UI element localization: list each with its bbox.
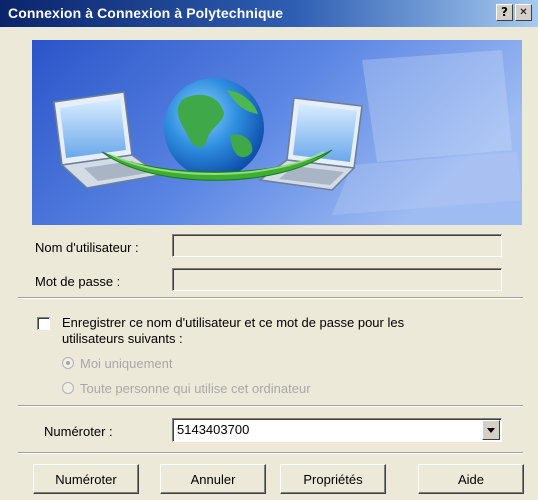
save-credentials-checkbox[interactable]	[37, 317, 50, 330]
dropdown-arrow-icon[interactable]	[482, 420, 500, 440]
dialup-connect-dialog: Connexion à Connexion à Polytechnique ? …	[0, 0, 538, 500]
radio-button-icon	[62, 357, 74, 369]
globe-icon	[164, 78, 264, 178]
separator	[18, 405, 523, 407]
radio-me-only[interactable]: Moi uniquement	[62, 356, 173, 371]
save-credentials-label-line2: utilisateurs suivants :	[62, 331, 183, 346]
separator	[18, 452, 523, 454]
dial-label: Numéroter :	[44, 424, 113, 439]
separator	[18, 297, 523, 299]
close-icon[interactable]: ✕	[515, 4, 532, 21]
dial-button[interactable]: Numéroter	[33, 464, 139, 494]
radio-me-only-label: Moi uniquement	[80, 356, 173, 371]
username-label: Nom d'utilisateur :	[35, 240, 139, 255]
username-field[interactable]	[172, 234, 502, 257]
radio-button-icon	[62, 382, 74, 394]
save-credentials-label-line1: Enregistrer ce nom d'utilisateur et ce m…	[62, 315, 405, 330]
radio-everyone-label: Toute personne qui utilise cet ordinateu…	[80, 381, 311, 396]
properties-button[interactable]: Propriétés	[280, 464, 386, 494]
password-field[interactable]	[172, 268, 502, 291]
cancel-button[interactable]: Annuler	[160, 464, 266, 494]
dial-number-combobox[interactable]: 5143403700	[172, 418, 502, 442]
connection-banner	[32, 40, 522, 225]
title-bar[interactable]: Connexion à Connexion à Polytechnique ? …	[0, 0, 538, 27]
password-label: Mot de passe :	[35, 274, 121, 289]
radio-everyone[interactable]: Toute personne qui utilise cet ordinateu…	[62, 381, 311, 396]
help-button[interactable]: Aide	[418, 464, 524, 494]
dial-number-value: 5143403700	[177, 422, 250, 437]
window-title: Connexion à Connexion à Polytechnique	[8, 5, 284, 21]
help-icon[interactable]: ?	[496, 4, 513, 21]
